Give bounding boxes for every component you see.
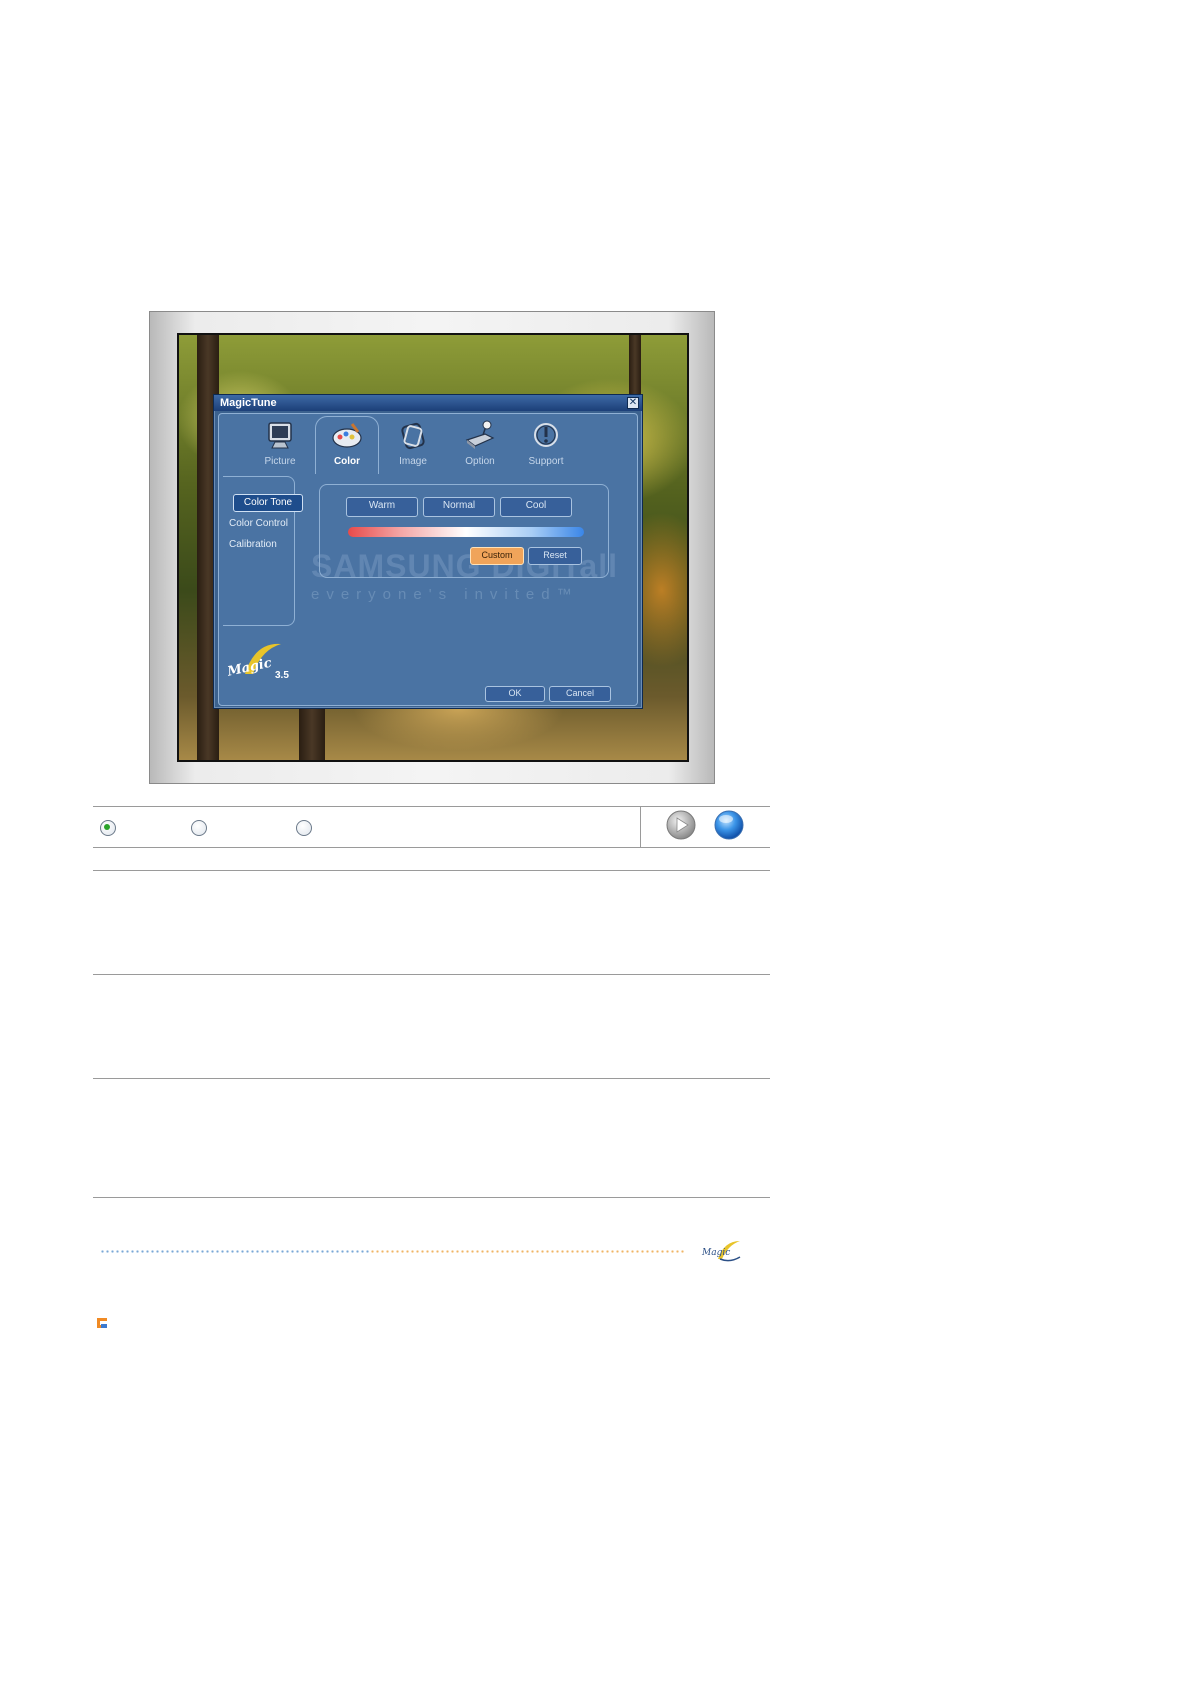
monitor-icon [268, 422, 292, 449]
magictune-window: MagicTune ✕ Picture Color Image Option S… [213, 394, 643, 709]
warm-button[interactable]: Warm [346, 497, 418, 517]
section-rule [93, 974, 770, 975]
radio-option-3[interactable] [296, 820, 312, 836]
support-icon [534, 423, 558, 447]
menu-item-color-tone[interactable]: Color Tone [233, 494, 303, 512]
version-label: 3.5 [275, 670, 289, 681]
cool-button[interactable]: Cool [500, 497, 572, 517]
radio-selected-dot [104, 824, 110, 830]
svg-text:Magic: Magic [225, 656, 273, 680]
menu-item-color-control[interactable]: Color Control [229, 518, 288, 529]
section-rule [93, 1078, 770, 1079]
tab-label: Support [528, 456, 564, 467]
radio-option-2[interactable] [191, 820, 207, 836]
tab-option[interactable]: Option [451, 418, 509, 476]
svg-text:Magic: Magic [701, 1248, 730, 1258]
nav-bottom-rule [93, 847, 770, 848]
custom-button[interactable]: Custom [470, 547, 524, 565]
magictune-footer-logo: Magic [701, 1241, 741, 1262]
tab-label: Color [333, 456, 361, 467]
cancel-button[interactable]: Cancel [549, 686, 611, 702]
dotted-divider-blue [100, 1250, 370, 1253]
watermark-tagline: everyone's invited™ [311, 586, 579, 603]
close-button[interactable]: ✕ [627, 397, 639, 409]
play-icon[interactable] [666, 810, 696, 840]
palette-icon [332, 423, 362, 448]
normal-button[interactable]: Normal [423, 497, 495, 517]
tab-picture[interactable]: Picture [251, 418, 309, 476]
option-icon [465, 420, 495, 449]
menu-item-calibration[interactable]: Calibration [229, 539, 277, 550]
window-title: MagicTune [220, 397, 277, 409]
ok-button[interactable]: OK [485, 686, 545, 702]
section-rule [93, 870, 770, 871]
nav-top-rule [93, 806, 770, 807]
section-rule [93, 1197, 770, 1198]
bullet-icon [97, 1318, 107, 1328]
image-icon [401, 422, 425, 450]
orb-icon[interactable] [714, 810, 744, 840]
tab-support[interactable]: Support [517, 418, 575, 476]
title-bar[interactable]: MagicTune [214, 395, 642, 411]
reset-button[interactable]: Reset [528, 547, 582, 565]
dotted-divider-orange [370, 1250, 685, 1253]
tab-label: Image [399, 456, 427, 467]
tab-label: Option [465, 456, 495, 467]
color-tone-bar [348, 527, 584, 537]
radio-option-1[interactable] [100, 820, 116, 836]
tab-color[interactable]: Color [318, 418, 376, 476]
window-body: Picture Color Image Option Support Color… [218, 413, 638, 706]
tab-label: Picture [264, 456, 296, 467]
close-icon: ✕ [628, 397, 638, 408]
tab-image[interactable]: Image [384, 418, 442, 476]
color-tone-panel: Warm Normal Cool Custom Reset [319, 484, 609, 578]
nav-divider [640, 806, 641, 848]
